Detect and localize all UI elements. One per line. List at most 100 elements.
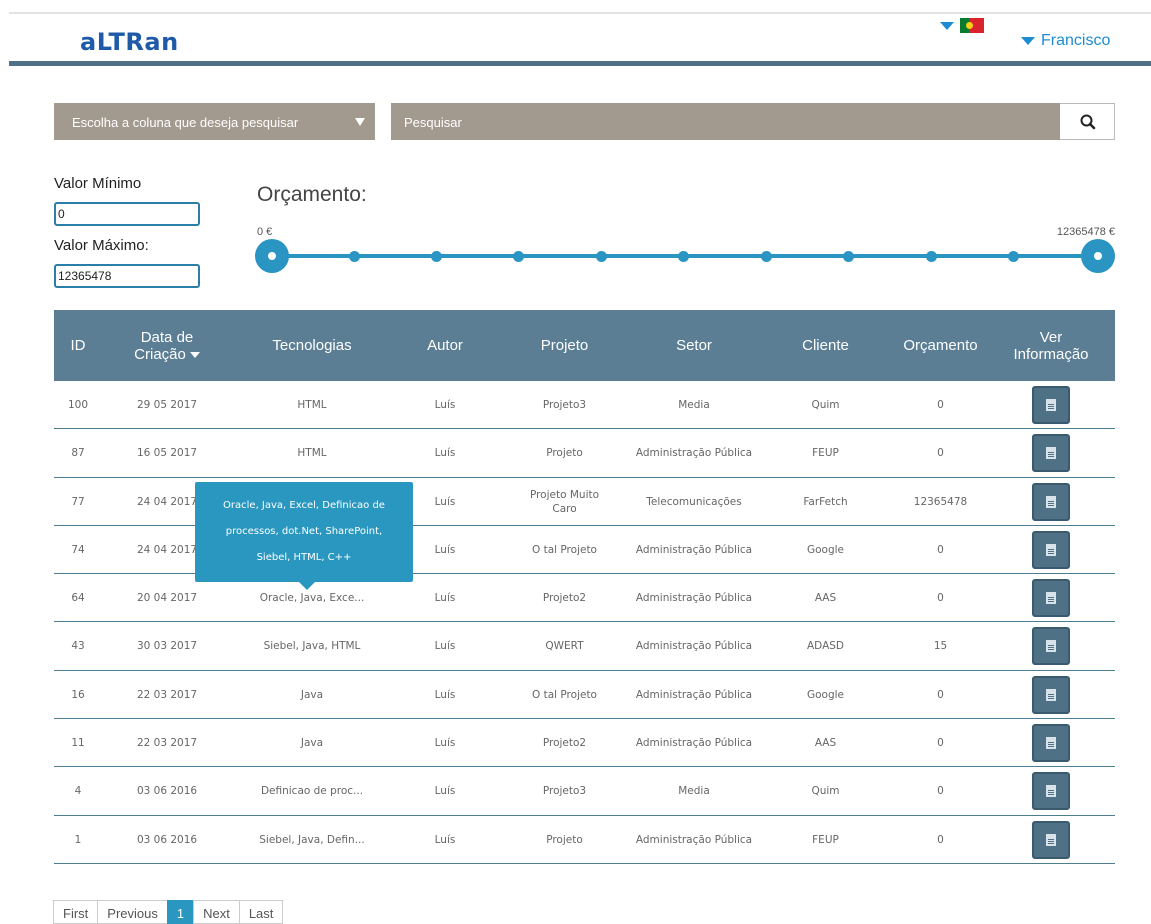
cell-technologies: HTML bbox=[297, 399, 327, 411]
search-input[interactable]: Pesquisar bbox=[391, 103, 1060, 140]
user-menu[interactable]: Francisco bbox=[1021, 32, 1110, 50]
cell-sector: Administração Pública bbox=[635, 833, 753, 846]
document-icon bbox=[1046, 447, 1056, 460]
column-select-label: Escolha a coluna que deseja pesquisar bbox=[72, 115, 299, 130]
view-info-button[interactable] bbox=[1032, 482, 1070, 521]
cell-author: Luís bbox=[434, 785, 456, 798]
portugal-flag-icon bbox=[960, 18, 984, 33]
header-client[interactable]: Cliente bbox=[757, 310, 894, 381]
cell-technologies: Java bbox=[300, 737, 324, 750]
cell-sector: Administração Pública bbox=[635, 592, 753, 605]
view-info-button[interactable] bbox=[1032, 530, 1070, 569]
current-page-button[interactable]: 1 bbox=[166, 900, 195, 924]
cell-client: ADASD bbox=[806, 640, 845, 653]
cell-technologies: Definicao de proc... bbox=[260, 785, 364, 798]
tooltip-line: processos, dot.Net, SharePoint, bbox=[225, 526, 383, 537]
cell-client: FEUP bbox=[812, 833, 839, 846]
next-page-button[interactable]: Next bbox=[193, 900, 240, 924]
search-icon bbox=[1080, 114, 1096, 130]
max-value-label: Valor Máximo: bbox=[54, 237, 149, 254]
cell-technologies: Siebel, Java, Defin... bbox=[259, 833, 365, 846]
cell-date: 22 03 2017 bbox=[136, 688, 198, 701]
cell-date: 22 03 2017 bbox=[136, 737, 198, 750]
cell-view-info bbox=[987, 429, 1115, 477]
slider-min-handle[interactable] bbox=[255, 239, 289, 273]
cell-id: 1 bbox=[74, 833, 82, 846]
cell-project: Projeto Muito Caro bbox=[529, 488, 600, 515]
last-page-button[interactable]: Last bbox=[238, 900, 284, 924]
search-button[interactable] bbox=[1060, 103, 1115, 140]
cell-sector: Administração Pública bbox=[635, 640, 753, 653]
caret-down-icon bbox=[355, 118, 365, 126]
slider-min-label: 0 € bbox=[257, 226, 273, 238]
cell-sector: Administração Pública bbox=[635, 543, 753, 556]
cell-project: Projeto2 bbox=[542, 737, 587, 750]
header-author[interactable]: Autor bbox=[392, 310, 498, 381]
technologies-tooltip: Oracle, Java, Excel, Definicao de proces… bbox=[195, 482, 413, 590]
document-icon bbox=[1046, 399, 1056, 411]
cell-view-info bbox=[987, 574, 1115, 622]
view-info-button[interactable] bbox=[1032, 386, 1070, 424]
min-value-input[interactable]: 0 bbox=[54, 202, 200, 226]
cell-client: FEUP bbox=[812, 447, 839, 460]
chevron-down-icon bbox=[1021, 37, 1035, 45]
cell-project: QWERT bbox=[545, 640, 584, 653]
slider-tick bbox=[678, 251, 689, 262]
budget-title: Orçamento: bbox=[257, 183, 367, 206]
cell-budget: 0 bbox=[937, 543, 944, 556]
view-info-button[interactable] bbox=[1032, 434, 1070, 473]
view-info-button[interactable] bbox=[1032, 772, 1070, 811]
cell-view-info bbox=[987, 719, 1115, 767]
view-info-button[interactable] bbox=[1032, 724, 1070, 763]
header-technologies[interactable]: Tecnologias bbox=[232, 310, 392, 381]
view-info-button[interactable] bbox=[1032, 675, 1070, 714]
cell-budget: 0 bbox=[937, 785, 944, 798]
cell-author: Luís bbox=[434, 447, 456, 460]
cell-date: 30 03 2017 bbox=[136, 640, 198, 653]
document-icon bbox=[1046, 688, 1056, 701]
cell-sector: Telecomunicações bbox=[646, 495, 742, 508]
cell-id: 77 bbox=[71, 495, 85, 508]
cell-date: 03 06 2016 bbox=[136, 833, 198, 846]
header-project[interactable]: Projeto bbox=[498, 310, 631, 381]
table-row: 11 22 03 2017 Java Luís Projeto2 Administraçã… bbox=[54, 719, 1115, 768]
cell-budget: 0 bbox=[937, 447, 944, 460]
cell-project: O tal Projeto bbox=[532, 688, 597, 701]
cell-view-info bbox=[987, 671, 1115, 719]
cell-client: AAS bbox=[814, 737, 837, 750]
cell-project: Projeto2 bbox=[542, 592, 587, 605]
sort-desc-icon bbox=[189, 351, 200, 358]
table-body: 100 29 05 2017 HTML Luís Projeto3 Media Quim 0 8… bbox=[54, 381, 1115, 864]
header-info-line2: Informação bbox=[1013, 345, 1089, 363]
previous-page-button[interactable]: Previous bbox=[97, 900, 168, 924]
cell-date: 03 06 2016 bbox=[136, 785, 198, 798]
header-sector[interactable]: Setor bbox=[631, 310, 757, 381]
header-id[interactable]: ID bbox=[54, 310, 102, 381]
altran-logo[interactable]: aLTRan bbox=[80, 28, 179, 56]
cell-project: O tal Projeto bbox=[532, 543, 597, 556]
cell-sector: Media bbox=[678, 399, 710, 411]
cell-project: Projeto3 bbox=[542, 785, 587, 798]
view-info-button[interactable] bbox=[1032, 579, 1070, 618]
slider-max-handle[interactable] bbox=[1081, 239, 1115, 273]
column-select[interactable]: Escolha a coluna que deseja pesquisar bbox=[54, 103, 375, 140]
cell-id: 64 bbox=[71, 592, 85, 605]
table-row: 43 30 03 2017 Siebel, Java, HTML Luís QWERT A… bbox=[54, 622, 1115, 671]
max-value-input[interactable]: 12365478 bbox=[54, 264, 200, 288]
header-budget[interactable]: Orçamento bbox=[894, 310, 987, 381]
slider-tick bbox=[843, 251, 854, 262]
document-icon bbox=[1046, 495, 1056, 508]
view-info-button[interactable] bbox=[1032, 627, 1070, 666]
cell-view-info bbox=[987, 767, 1115, 815]
cell-sector: Media bbox=[678, 785, 710, 798]
document-icon bbox=[1046, 833, 1056, 846]
table-row: 4 03 06 2016 Definicao de proc... Luís Proje… bbox=[54, 767, 1115, 816]
cell-client: Google bbox=[806, 688, 845, 701]
header-date[interactable]: Data de Criação bbox=[102, 310, 232, 381]
view-info-button[interactable] bbox=[1032, 820, 1070, 859]
language-selector[interactable] bbox=[940, 18, 984, 33]
first-page-button[interactable]: First bbox=[53, 900, 99, 924]
cell-view-info bbox=[987, 622, 1115, 670]
slider-tick bbox=[349, 251, 360, 262]
chevron-down-icon bbox=[940, 21, 954, 30]
